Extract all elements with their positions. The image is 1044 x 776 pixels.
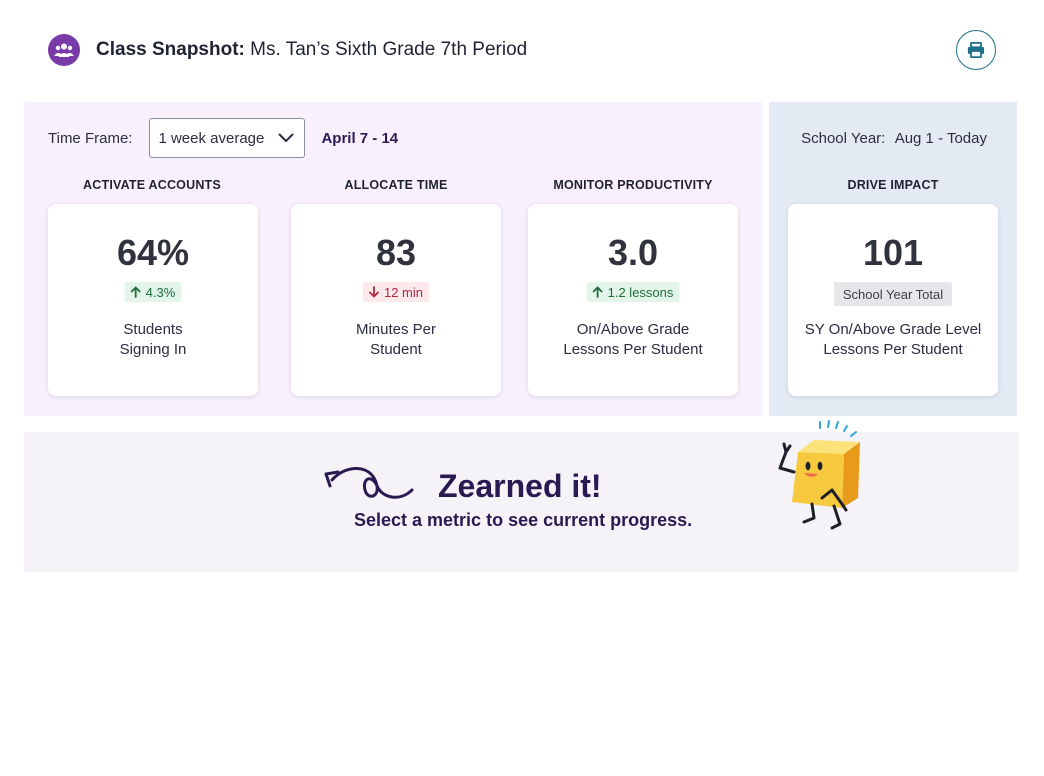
- print-button[interactable]: [956, 30, 996, 70]
- progress-banner: Zearned it! Select a metric to see curre…: [24, 420, 1019, 572]
- cube-mascot-image: [778, 420, 860, 530]
- school-year-total-badge: School Year Total: [833, 282, 953, 306]
- page-title: Class Snapshot: Ms. Tan’s Sixth Grade 7t…: [96, 39, 527, 61]
- arrow-up-icon: [130, 286, 141, 298]
- delta-value: 1.2 lessons: [607, 284, 674, 300]
- arrow-up-icon: [592, 286, 603, 298]
- weekly-metrics-panel: Time Frame: 1 week average April 7 - 14 …: [24, 102, 762, 416]
- metric-label: On/Above Grade Lessons Per Student: [540, 320, 726, 360]
- metric-card-activate-accounts[interactable]: 64% 4.3% Students Signing In: [48, 204, 258, 396]
- metric-label-line: Lessons Per Student: [563, 341, 703, 358]
- page-title-bold: Class Snapshot:: [96, 39, 245, 60]
- timeframe-date-range: April 7 - 14: [321, 129, 399, 147]
- section-heading-monitor-productivity: MONITOR PRODUCTIVITY: [553, 178, 713, 192]
- metric-value: 83: [375, 232, 417, 273]
- metric-label-line: Lessons Per Student: [823, 341, 963, 358]
- page-header: Class Snapshot: Ms. Tan’s Sixth Grade 7t…: [48, 30, 996, 70]
- school-year-row: School Year: Aug 1 - Today: [801, 130, 987, 147]
- arrow-down-icon: [369, 286, 379, 298]
- delta-badge: 12 min: [362, 282, 430, 302]
- metric-label: Minutes Per Student: [303, 320, 489, 360]
- banner-subtitle: Select a metric to see current progress.: [354, 510, 693, 530]
- section-heading-activate-accounts: ACTIVATE ACCOUNTS: [83, 178, 221, 192]
- school-year-panel: School Year: Aug 1 - Today DRIVE IMPACT …: [769, 102, 1017, 416]
- delta-value: 12 min: [383, 284, 424, 300]
- school-year-label: School Year:: [801, 130, 886, 147]
- metric-label-line: SY On/Above Grade Level: [804, 321, 982, 338]
- delta-value: 4.3%: [145, 284, 176, 300]
- group-icon: [48, 34, 80, 66]
- metric-value: 3.0: [607, 232, 659, 273]
- section-heading-drive-impact: DRIVE IMPACT: [847, 178, 939, 192]
- timeframe-selected-value: 1 week average: [158, 129, 265, 147]
- swirl-arrow-icon: [324, 467, 414, 499]
- metric-label-line: Signing In: [119, 341, 187, 358]
- metric-card-monitor-productivity[interactable]: 3.0 1.2 lessons On/Above Grade Lessons P…: [528, 204, 738, 396]
- metric-value: 101: [862, 232, 924, 273]
- metric-label-line: Minutes Per: [355, 321, 437, 338]
- timeframe-row: Time Frame: 1 week average April 7 - 14: [48, 118, 398, 158]
- delta-badge: 4.3%: [124, 282, 182, 302]
- timeframe-select[interactable]: 1 week average: [149, 118, 306, 158]
- page-title-class-name: Ms. Tan’s Sixth Grade 7th Period: [250, 39, 528, 60]
- metric-card-allocate-time[interactable]: 83 12 min Minutes Per Student: [291, 204, 501, 396]
- metric-label: Students Signing In: [60, 320, 246, 360]
- school-year-range: Aug 1 - Today: [894, 130, 987, 147]
- metric-card-drive-impact[interactable]: 101 School Year Total SY On/Above Grade …: [788, 204, 998, 396]
- metric-label: SY On/Above Grade Level Lessons Per Stud…: [800, 320, 986, 360]
- metric-label-line: Students: [123, 321, 183, 338]
- printer-icon: [967, 42, 985, 58]
- banner-title: Zearned it!: [438, 468, 602, 504]
- chevron-down-icon: [278, 133, 294, 142]
- section-heading-allocate-time: ALLOCATE TIME: [344, 178, 448, 192]
- delta-badge: 1.2 lessons: [586, 282, 680, 302]
- metric-value: 64%: [116, 232, 190, 273]
- timeframe-label: Time Frame:: [48, 129, 133, 147]
- metric-label-line: On/Above Grade: [576, 321, 690, 338]
- metric-label-line: Student: [370, 341, 422, 358]
